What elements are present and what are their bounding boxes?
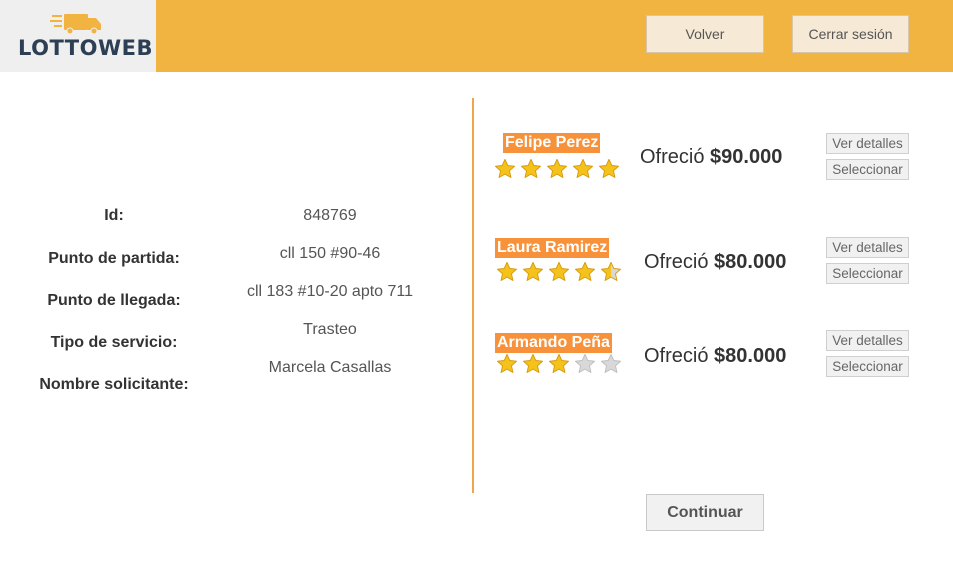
star-icon	[575, 261, 595, 281]
view-details-button[interactable]: Ver detalles	[826, 237, 909, 258]
offer-name: Laura Ramirez	[495, 238, 610, 258]
star-icon	[523, 261, 543, 281]
rating-stars	[496, 261, 622, 283]
view-details-button[interactable]: Ver detalles	[826, 330, 909, 351]
star-icon	[601, 353, 621, 373]
offer-name: Armando Peña	[495, 333, 612, 353]
offer-name: Felipe Perez	[503, 133, 601, 153]
offer-amount: Ofreció $80.000	[644, 345, 787, 367]
logo[interactable]: LOTTOWEB	[0, 0, 156, 72]
star-icon	[497, 353, 517, 373]
requester-name-value: Marcela Casallas	[268, 359, 392, 376]
id-value: 848769	[303, 207, 357, 224]
offer-amount: Ofreció $80.000	[644, 251, 787, 273]
star-icon	[521, 158, 541, 178]
offer-amount: Ofreció $90.000	[640, 146, 783, 168]
star-icon	[549, 353, 569, 373]
star-icon	[599, 158, 619, 178]
rating-stars	[494, 158, 620, 180]
view-details-button[interactable]: Ver detalles	[826, 133, 909, 154]
service-type-value: Trasteo	[303, 321, 357, 338]
requester-name-label: Nombre solicitante:	[39, 376, 189, 393]
end-point-label: Punto de llegada:	[47, 292, 181, 309]
rating-stars	[496, 353, 622, 375]
logout-button[interactable]: Cerrar sesión	[792, 15, 909, 53]
select-button[interactable]: Seleccionar	[826, 356, 909, 377]
star-icon	[573, 158, 593, 178]
back-button[interactable]: Volver	[646, 15, 764, 53]
service-type-label: Tipo de servicio:	[50, 334, 178, 351]
continue-button[interactable]: Continuar	[646, 494, 764, 531]
id-label: Id:	[104, 207, 124, 224]
star-icon	[601, 261, 621, 281]
star-icon	[575, 353, 595, 373]
delivery-truck-icon	[50, 14, 101, 35]
end-point-value: cll 183 #10-20 apto 711	[246, 283, 414, 300]
select-button[interactable]: Seleccionar	[826, 263, 909, 284]
star-icon	[547, 158, 567, 178]
header: LOTTOWEB Volver Cerrar sesión	[0, 0, 953, 72]
star-icon	[549, 261, 569, 281]
star-icon	[523, 353, 543, 373]
divider	[472, 98, 474, 493]
start-point-value: cll 150 #90-46	[279, 245, 381, 262]
select-button[interactable]: Seleccionar	[826, 159, 909, 180]
start-point-label: Punto de partida:	[48, 250, 180, 267]
star-icon	[495, 158, 515, 178]
logo-text: LOTTOWEB	[18, 36, 153, 60]
star-icon	[497, 261, 517, 281]
